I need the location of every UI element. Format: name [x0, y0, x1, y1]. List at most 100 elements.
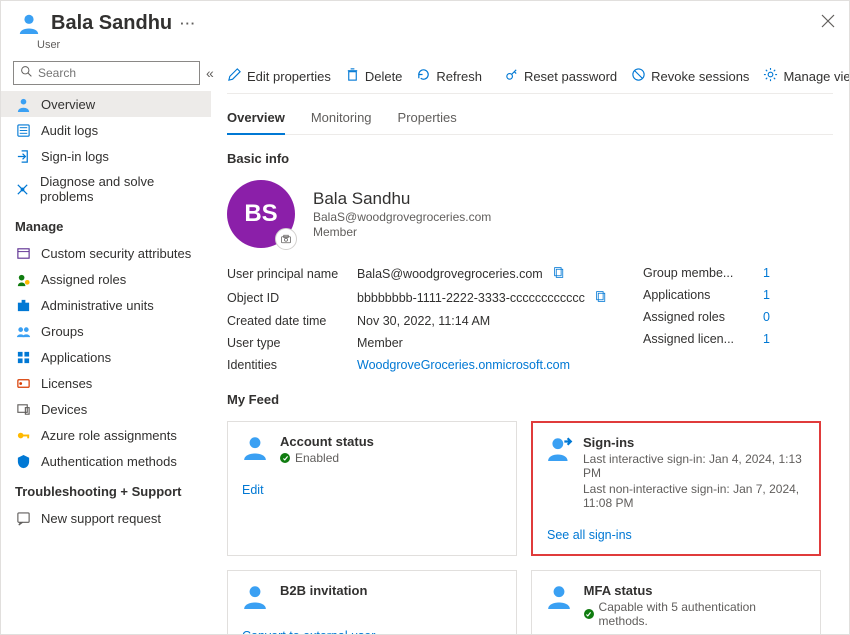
close-button[interactable] [821, 14, 835, 33]
sidebar-item-label: Applications [41, 350, 111, 365]
usertype-label: User type [227, 336, 357, 350]
feed-title: Sign-ins [583, 435, 805, 450]
devices-icon [15, 401, 31, 417]
delete-icon [345, 67, 365, 85]
licenses-icon [15, 375, 31, 391]
feed-card-mfa: MFA status Capable with 5 authentication… [531, 570, 821, 634]
sidebar-item-auth-methods[interactable]: Authentication methods [1, 448, 211, 474]
sidebar-item-admin-units[interactable]: Administrative units [1, 292, 211, 318]
sidebar-item-support-request[interactable]: New support request [1, 505, 211, 531]
sidebar-item-audit-logs[interactable]: Audit logs [1, 117, 211, 143]
sidebar-section-manage: Manage [1, 209, 211, 240]
sidebar-item-applications[interactable]: Applications [1, 344, 211, 370]
edit-account-link[interactable]: Edit [242, 483, 264, 497]
sidebar-item-licenses[interactable]: Licenses [1, 370, 211, 396]
refresh-button[interactable]: Refresh [416, 67, 482, 85]
sidebar-item-signin-logs[interactable]: Sign-in logs [1, 143, 211, 169]
see-signins-link[interactable]: See all sign-ins [547, 528, 632, 542]
sidebar-item-label: Authentication methods [41, 454, 177, 469]
sidebar-item-overview[interactable]: Overview [1, 91, 211, 117]
sidebar-item-label: Diagnose and solve problems [40, 174, 201, 204]
sidebar-item-label: Groups [41, 324, 84, 339]
sidebar-item-assigned-roles[interactable]: Assigned roles [1, 266, 211, 292]
user-avatar-icon [15, 9, 43, 37]
profile-block: BS Bala Sandhu BalaS@woodgrovegroceries.… [227, 180, 833, 248]
apps-count[interactable]: 1 [763, 288, 770, 302]
manage-view-button[interactable]: Manage view [763, 67, 849, 85]
profile-email: BalaS@woodgrovegroceries.com [313, 210, 491, 224]
sidebar-item-label: Devices [41, 402, 87, 417]
copy-upn-button[interactable] [553, 266, 566, 282]
search-input[interactable] [38, 66, 193, 80]
auth-icon [15, 453, 31, 469]
main-content: Edit properties Delete Refresh Reset pas… [211, 57, 849, 634]
sidebar-item-diagnose[interactable]: Diagnose and solve problems [1, 169, 211, 209]
sidebar-item-azure-roles[interactable]: Azure role assignments [1, 422, 211, 448]
tab-overview[interactable]: Overview [227, 104, 285, 135]
user-icon [242, 434, 270, 462]
groups-count[interactable]: 1 [763, 266, 770, 280]
feed-card-signins: Sign-ins Last interactive sign-in: Jan 4… [531, 421, 821, 556]
sidebar-item-custom-security[interactable]: Custom security attributes [1, 240, 211, 266]
profile-name: Bala Sandhu [313, 189, 491, 209]
feed-card-account-status: Account status Enabled Edit [227, 421, 517, 556]
copy-oid-button[interactable] [595, 290, 608, 306]
user-icon [546, 583, 574, 611]
admin-units-icon [15, 297, 31, 313]
sidebar-item-label: Sign-in logs [41, 149, 109, 164]
roles-label: Assigned roles [643, 310, 763, 324]
feed-grid: Account status Enabled Edit Sign-ins Las… [227, 421, 833, 634]
refresh-icon [416, 67, 436, 85]
convert-external-link[interactable]: Convert to external user [242, 629, 375, 634]
roles-icon [15, 271, 31, 287]
diagnose-icon [15, 181, 30, 197]
sidebar-item-devices[interactable]: Devices [1, 396, 211, 422]
search-icon [20, 65, 38, 81]
delete-button[interactable]: Delete [345, 67, 403, 85]
sidebar: « Overview Audit logs Sign-in logs Diagn… [1, 57, 211, 634]
more-actions-button[interactable]: ··· [180, 16, 196, 31]
groups-label: Group membe... [643, 266, 763, 280]
basic-info-heading: Basic info [227, 151, 833, 166]
created-value: Nov 30, 2022, 11:14 AM [357, 314, 490, 328]
edit-icon [227, 67, 247, 85]
command-bar: Edit properties Delete Refresh Reset pas… [227, 57, 833, 94]
user-icon [242, 583, 270, 611]
revoke-sessions-button[interactable]: Revoke sessions [631, 67, 749, 85]
usertype-value: Member [357, 336, 403, 350]
created-label: Created date time [227, 314, 357, 328]
sidebar-item-label: Overview [41, 97, 95, 112]
page-subtitle: User [37, 39, 849, 51]
sidebar-item-label: Custom security attributes [41, 246, 191, 261]
sidebar-item-label: Licenses [41, 376, 92, 391]
tabs: Overview Monitoring Properties [227, 104, 833, 135]
user-arrow-icon [547, 435, 573, 463]
signin-icon [15, 148, 31, 164]
tab-monitoring[interactable]: Monitoring [311, 104, 372, 134]
identities-link[interactable]: WoodgroveGroceries.onmicrosoft.com [357, 358, 570, 372]
check-icon [280, 453, 290, 463]
tab-properties[interactable]: Properties [398, 104, 457, 134]
feed-title: MFA status [584, 583, 806, 598]
licenses-label: Assigned licen... [643, 332, 763, 346]
list-icon [15, 122, 31, 138]
roles-count[interactable]: 0 [763, 310, 770, 324]
identities-label: Identities [227, 358, 357, 372]
edit-properties-button[interactable]: Edit properties [227, 67, 331, 85]
upn-label: User principal name [227, 267, 357, 281]
feed-card-b2b: B2B invitation Convert to external user [227, 570, 517, 634]
reset-password-button[interactable]: Reset password [504, 67, 617, 85]
groups-icon [15, 323, 31, 339]
sidebar-item-groups[interactable]: Groups [1, 318, 211, 344]
key-icon [504, 67, 524, 85]
sidebar-item-label: New support request [41, 511, 161, 526]
support-icon [15, 510, 31, 526]
profile-avatar: BS [227, 180, 295, 248]
feed-title: B2B invitation [280, 583, 367, 598]
sidebar-section-troubleshooting: Troubleshooting + Support [1, 474, 211, 505]
sidebar-item-label: Administrative units [41, 298, 154, 313]
search-box[interactable] [13, 61, 200, 85]
licenses-count[interactable]: 1 [763, 332, 770, 346]
sidebar-item-label: Audit logs [41, 123, 98, 138]
change-photo-button[interactable] [275, 228, 297, 250]
